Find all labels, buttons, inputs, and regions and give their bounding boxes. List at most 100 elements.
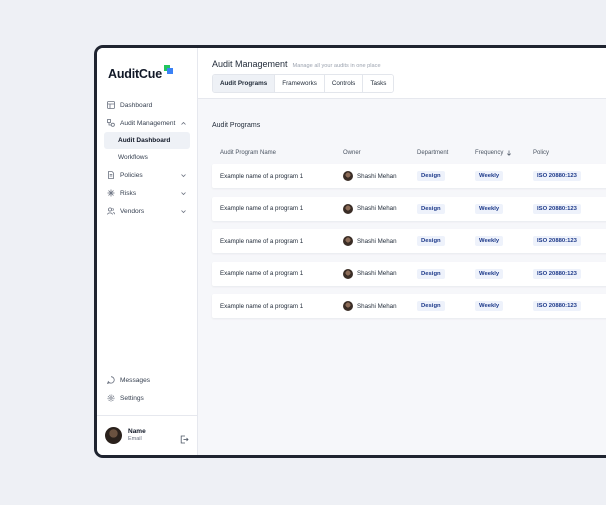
owner-name: Shashi Mehan — [357, 270, 397, 277]
owner-name: Shashi Mehan — [357, 302, 397, 310]
tab-audit-programs[interactable]: Audit Programs — [213, 75, 276, 92]
chevron-up-icon[interactable] — [180, 120, 187, 127]
table-row[interactable]: Example name of a program 1 Shashi Mehan… — [212, 196, 606, 221]
page-title: Audit Management — [212, 59, 288, 69]
sidebar-item-label: Vendors — [120, 207, 145, 215]
section-title: Audit Programs — [212, 122, 261, 129]
department-badge: Design — [417, 236, 445, 246]
logout-icon[interactable] — [180, 431, 189, 444]
policy-badge: ISO 20880:123 — [533, 268, 581, 279]
department-cell: Design — [417, 164, 445, 188]
user-name: Name — [128, 428, 146, 435]
sidebar-item-messages[interactable]: Messages — [103, 371, 191, 389]
table-row[interactable]: Example name of a program 1 Shashi Mehan… — [212, 229, 606, 253]
owner-cell: Shashi Mehan — [343, 229, 397, 253]
chevron-down-icon[interactable] — [180, 172, 187, 179]
column-header-department[interactable]: Department — [417, 150, 448, 156]
policy-badge: ISO 20880:123 — [533, 171, 581, 181]
device-frame: AuditCue Dashboard Audit Management Audi… — [94, 45, 606, 458]
owner-cell: Shashi Mehan — [343, 294, 397, 318]
audit-icon — [107, 119, 115, 127]
frequency-badge: Weekly — [475, 171, 504, 181]
department-cell: Design — [417, 229, 445, 253]
sidebar-item-audit-management[interactable]: Audit Management — [103, 114, 191, 132]
sidebar-item-vendors[interactable]: Vendors — [103, 202, 191, 220]
sidebar-item-label: Risks — [120, 189, 137, 197]
logo-mark-icon — [163, 65, 174, 75]
owner-name: Shashi Mehan — [357, 205, 397, 212]
sidebar-item-risks[interactable]: Risks — [103, 184, 191, 202]
column-header-label: Frequency — [475, 150, 504, 156]
main-content: Audit Management Manage all your audits … — [198, 48, 606, 455]
sidebar-bottom-nav: Messages Settings — [103, 371, 191, 407]
policy-badge: ISO 20880:123 — [533, 236, 581, 246]
table-row[interactable]: Example name of a program 1 Shashi Mehan… — [212, 261, 606, 286]
owner-cell: Shashi Mehan — [343, 197, 397, 221]
owner-name: Shashi Mehan — [357, 237, 397, 245]
sidebar-item-settings[interactable]: Settings — [103, 389, 191, 407]
policy-cell: ISO 20880:123 — [533, 294, 581, 318]
frequency-cell: Weekly — [475, 294, 504, 318]
layout-icon — [107, 101, 115, 109]
department-badge: Design — [417, 301, 445, 311]
tab-frameworks[interactable]: Frameworks — [275, 75, 325, 92]
avatar — [343, 301, 353, 311]
chevron-down-icon[interactable] — [180, 190, 187, 197]
user-info: Name Email — [128, 428, 180, 443]
sidebar: AuditCue Dashboard Audit Management Audi… — [97, 48, 198, 455]
program-name[interactable]: Example name of a program 1 — [220, 197, 303, 221]
app-window: AuditCue Dashboard Audit Management Audi… — [97, 48, 606, 455]
sidebar-item-dashboard[interactable]: Dashboard — [103, 96, 191, 114]
sidebar-item-label: Policies — [120, 171, 143, 179]
frequency-badge: Weekly — [475, 203, 504, 214]
tab-controls[interactable]: Controls — [324, 75, 364, 92]
avatar — [343, 236, 353, 246]
table-body: Example name of a program 1 Shashi Mehan… — [212, 164, 606, 327]
frequency-badge: Weekly — [475, 301, 504, 311]
users-icon — [107, 207, 115, 215]
policy-badge: ISO 20880:123 — [533, 301, 581, 311]
page-subtitle: Manage all your audits in one place — [292, 63, 381, 69]
table-row[interactable]: Example name of a program 1 Shashi Mehan… — [212, 294, 606, 318]
department-cell: Design — [417, 294, 445, 318]
program-name[interactable]: Example name of a program 1 — [220, 262, 303, 286]
column-header-owner[interactable]: Owner — [343, 150, 361, 156]
sidebar-item-label: Settings — [120, 394, 144, 402]
sidebar-subitem-workflows[interactable]: Workflows — [104, 149, 190, 166]
message-icon — [107, 376, 115, 384]
avatar — [343, 203, 353, 214]
asterisk-icon — [107, 189, 115, 197]
avatar — [343, 268, 353, 279]
policy-cell: ISO 20880:123 — [533, 262, 581, 286]
table-row[interactable]: Example name of a program 1 Shashi Mehan… — [212, 164, 606, 188]
column-header-frequency[interactable]: Frequency — [475, 150, 512, 156]
sidebar-subitem-audit-dashboard[interactable]: Audit Dashboard — [104, 132, 190, 149]
sort-arrow-down-icon[interactable] — [506, 150, 512, 156]
column-header-policy[interactable]: Policy — [533, 150, 549, 156]
program-name[interactable]: Example name of a program 1 — [220, 164, 303, 188]
tab-tasks[interactable]: Tasks — [363, 75, 394, 92]
tab-bar: Audit Programs Frameworks Controls Tasks — [212, 74, 395, 93]
department-badge: Design — [417, 203, 445, 214]
owner-cell: Shashi Mehan — [343, 262, 397, 286]
sidebar-item-policies[interactable]: Policies — [103, 166, 191, 184]
frequency-cell: Weekly — [475, 197, 504, 221]
app-logo[interactable]: AuditCue — [97, 48, 197, 96]
frequency-cell: Weekly — [475, 262, 504, 286]
frequency-badge: Weekly — [475, 236, 504, 246]
program-name[interactable]: Example name of a program 1 — [220, 294, 303, 318]
program-name[interactable]: Example name of a program 1 — [220, 229, 303, 253]
column-header-name[interactable]: Audit Program Name — [220, 150, 276, 156]
sidebar-nav: Dashboard Audit Management Audit Dashboa… — [97, 96, 197, 220]
policy-cell: ISO 20880:123 — [533, 164, 581, 188]
frequency-cell: Weekly — [475, 229, 504, 253]
policy-badge: ISO 20880:123 — [533, 203, 581, 214]
document-icon — [107, 171, 115, 179]
department-cell: Design — [417, 197, 445, 221]
chevron-down-icon[interactable] — [180, 208, 187, 215]
user-profile[interactable]: Name Email — [97, 415, 197, 455]
page-header: Audit Management Manage all your audits … — [198, 48, 606, 99]
gear-icon — [107, 394, 115, 402]
avatar — [105, 427, 122, 444]
department-badge: Design — [417, 171, 445, 181]
